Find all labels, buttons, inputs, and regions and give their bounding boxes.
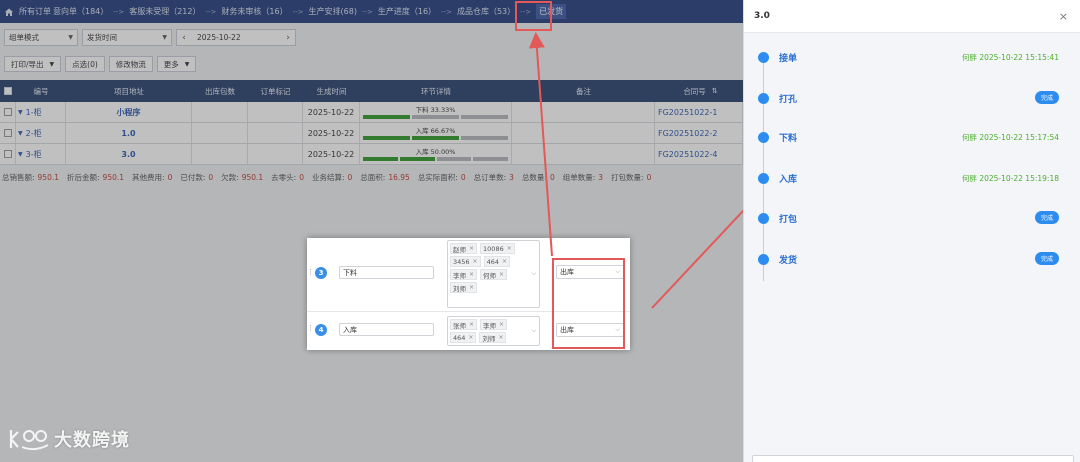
chevron-down-icon[interactable]: ⌵ [531, 270, 536, 278]
timeline-step-label[interactable]: 接单 [779, 51, 797, 64]
drawer-header: 3.0 × [744, 0, 1080, 33]
timeline-item: 打包 完成 [744, 208, 1080, 228]
worker-tag-label: 464 [453, 333, 466, 342]
timeline-dot-icon [758, 93, 769, 104]
step-number: 4 [315, 324, 327, 336]
worker-tag-label: 464 [486, 257, 499, 266]
worker-tag: 10086 × [480, 243, 515, 254]
timeline-item: 下料 何胖 2025-10-22 15:17:54 [744, 127, 1080, 147]
timeline-step-label[interactable]: 发货 [779, 253, 797, 266]
complete-badge[interactable]: 完成 [1034, 91, 1059, 104]
remove-tag-icon[interactable]: × [469, 321, 474, 328]
timeline-step-label[interactable]: 打包 [779, 212, 797, 225]
worker-tag: 张师 × [450, 319, 478, 330]
chevron-down-icon[interactable]: ⌵ [531, 327, 536, 335]
watermark-text: 大数跨境 [54, 430, 130, 451]
timeline-step-label[interactable]: 下料 [779, 131, 797, 144]
worker-tag: 刘师 × [479, 332, 507, 343]
worker-tag-label: 10086 [483, 244, 504, 253]
worker-tag-label: 赵师 [453, 245, 466, 254]
timeline-dot-icon [758, 213, 769, 224]
drag-handle-icon[interactable]: ⋮ [307, 324, 314, 332]
timeline-item: 发货 完成 [744, 249, 1080, 269]
timeline-item: 入库 何胖 2025-10-22 15:19:18 [744, 168, 1080, 188]
worker-tag: 464 × [483, 256, 511, 267]
worker-tag: 刘师 × [450, 282, 478, 293]
remove-tag-icon[interactable]: × [507, 245, 512, 252]
timeline-dot-icon [758, 132, 769, 143]
timeline-dot-icon [758, 173, 769, 184]
remove-tag-icon[interactable]: × [469, 271, 474, 278]
process-name-input[interactable]: 下料 [339, 266, 434, 279]
drawer-title: 3.0 [754, 11, 770, 21]
remove-tag-icon[interactable]: × [499, 271, 504, 278]
timeline-step-label[interactable]: 入库 [779, 172, 797, 185]
process-timeline: 接单 何胖 2025-10-22 15:15:41 打孔 完成 下料 何胖 20… [744, 33, 1080, 283]
worker-tag-label: 刘师 [453, 284, 466, 293]
logo-mark-icon [9, 430, 49, 451]
step-number: 3 [315, 267, 327, 279]
timeline-step-time: 何胖 2025-10-22 15:17:54 [961, 133, 1059, 142]
timeline-step-time: 何胖 2025-10-22 15:19:18 [961, 174, 1059, 183]
worker-tag-label: 刘师 [482, 334, 496, 343]
close-icon[interactable]: × [1059, 10, 1068, 23]
worker-tag: 464 × [450, 332, 477, 343]
modal-mask[interactable] [0, 0, 743, 462]
remove-tag-icon[interactable]: × [473, 258, 478, 265]
worker-multiselect[interactable]: 张师 × 李师 × 464 × 刘师 × ⌵ [447, 316, 540, 346]
remove-tag-icon[interactable]: × [469, 284, 474, 291]
timeline-dot-icon [758, 254, 769, 265]
complete-badge[interactable]: 完成 [1034, 211, 1059, 224]
remove-tag-icon[interactable]: × [502, 258, 507, 265]
timeline-step-time: 何胖 2025-10-22 15:15:41 [961, 53, 1059, 62]
timeline-item: 打孔 完成 [744, 88, 1080, 108]
highlight-shipped-tab [515, 1, 552, 31]
complete-badge[interactable]: 完成 [1034, 252, 1059, 265]
remove-tag-icon[interactable]: × [498, 334, 503, 341]
worker-tag: 赵师 × [450, 243, 478, 254]
worker-tag-label: 李师 [453, 271, 466, 280]
drag-handle-icon[interactable]: ⋮ [307, 268, 314, 276]
worker-tag: 3456 × [450, 256, 481, 267]
drawer-footer-input[interactable] [752, 455, 1074, 462]
process-name-input[interactable]: 入库 [339, 323, 434, 336]
highlight-status-column [552, 258, 625, 349]
order-detail-drawer: 3.0 × 接单 何胖 2025-10-22 15:15:41 打孔 完成 下料… [743, 0, 1080, 462]
worker-tag-label: 3456 [453, 257, 470, 266]
timeline-item: 接单 何胖 2025-10-22 15:15:41 [744, 47, 1080, 67]
worker-tag: 李师 × [450, 269, 478, 280]
timeline-step-label[interactable]: 打孔 [779, 92, 797, 105]
worker-multiselect[interactable]: 赵师 × 10086 × 3456 × 464 × 李师 × 何师 × 刘师 × ⌵ [447, 240, 540, 308]
remove-tag-icon[interactable]: × [469, 245, 474, 252]
worker-tag-label: 李师 [483, 321, 497, 330]
worker-tag-label: 张师 [453, 321, 466, 330]
worker-tag-label: 何师 [483, 271, 497, 280]
remove-tag-icon[interactable]: × [499, 321, 504, 328]
timeline-dot-icon [758, 52, 769, 63]
worker-tag: 李师 × [480, 319, 508, 330]
watermark-logo: 大数跨境 [8, 426, 130, 452]
worker-tag: 何师 × [480, 269, 508, 280]
remove-tag-icon[interactable]: × [468, 334, 473, 341]
